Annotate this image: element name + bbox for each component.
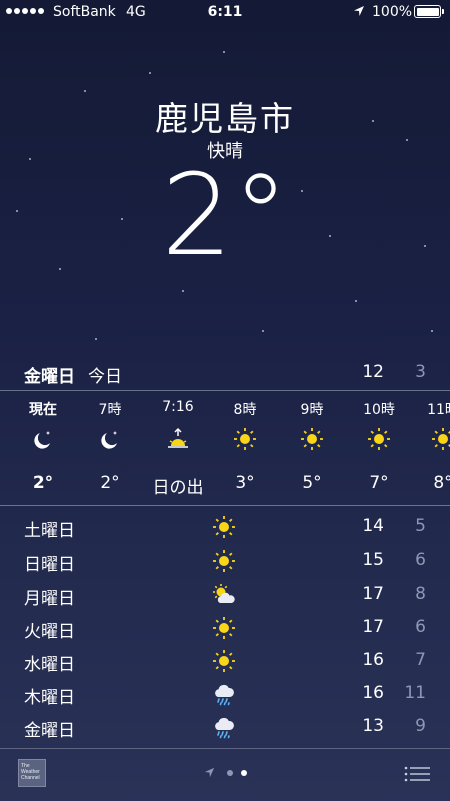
hour-temp: 3° xyxy=(235,473,255,493)
hour-temp: 5° xyxy=(302,473,322,493)
daily-row: 木曜日 16 11 xyxy=(0,677,450,711)
hourly-forecast[interactable]: 現在 2° 7時 2° 7:16 日の出 8時 3° 9時 5° 10時 7° … xyxy=(0,395,450,503)
hour-time: 7時 xyxy=(98,402,122,418)
today-low: 3 xyxy=(415,362,426,382)
daily-day: 日曜日 xyxy=(24,555,75,575)
hour-time: 9時 xyxy=(300,402,324,418)
divider xyxy=(0,748,450,749)
daily-day: 火曜日 xyxy=(24,622,75,642)
daily-high: 17 xyxy=(362,584,384,604)
daily-day: 金曜日 xyxy=(24,721,75,741)
location-services-icon xyxy=(354,6,364,16)
hour-time: 7:16 xyxy=(162,399,194,415)
daily-low: 8 xyxy=(415,584,426,604)
daily-high: 13 xyxy=(362,716,384,736)
hour-time: 8時 xyxy=(233,402,257,418)
daily-high: 15 xyxy=(362,550,384,570)
bottom-toolbar: The Weather Channel xyxy=(0,750,450,801)
daily-high: 17 xyxy=(362,617,384,637)
daily-day: 月曜日 xyxy=(24,589,75,609)
city-list-icon[interactable] xyxy=(404,766,430,782)
divider xyxy=(0,505,450,506)
daily-low: 5 xyxy=(415,516,426,536)
hour-time: 11時 xyxy=(427,402,450,418)
rain-cloud-icon xyxy=(215,684,234,706)
sun-icon xyxy=(368,428,390,450)
current-temperature: 2° xyxy=(161,151,289,281)
status-bar: SoftBank 4G 6:11 100% xyxy=(0,0,450,24)
daily-day: 水曜日 xyxy=(24,655,75,675)
hour-temp: 7° xyxy=(369,473,389,493)
battery-percentage: 100% xyxy=(372,4,413,20)
daily-row: 水曜日 16 7 xyxy=(0,644,450,678)
daily-row: 火曜日 17 6 xyxy=(0,611,450,645)
battery-icon xyxy=(414,5,444,18)
daily-day: 土曜日 xyxy=(24,521,75,541)
sun-icon xyxy=(213,617,235,639)
sun-icon xyxy=(213,550,235,572)
today-high: 12 xyxy=(362,362,384,382)
daily-row: 月曜日 17 8 xyxy=(0,578,450,612)
moon-star-icon xyxy=(34,431,50,449)
daily-low: 6 xyxy=(415,617,426,637)
hour-temp: 8° xyxy=(433,473,450,493)
daily-low: 11 xyxy=(404,683,426,703)
daily-low: 7 xyxy=(415,650,426,670)
daily-high: 16 xyxy=(362,650,384,670)
page-indicator-dot-active[interactable] xyxy=(241,770,247,776)
sun-icon xyxy=(301,428,323,450)
today-summary-row: 金曜日 今日 12 3 xyxy=(0,360,450,388)
daily-row: 金曜日 13 9 xyxy=(0,710,450,744)
sun-icon xyxy=(234,428,256,450)
hour-time: 10時 xyxy=(363,402,395,418)
hour-temp: 日の出 xyxy=(152,478,204,498)
hour-temp: 2° xyxy=(100,473,120,493)
today-label: 今日 xyxy=(88,367,122,387)
hour-temp: 2° xyxy=(32,473,54,493)
sun-icon xyxy=(432,428,450,450)
sun-icon xyxy=(213,516,235,538)
divider xyxy=(0,390,450,391)
partly-cloudy-icon xyxy=(213,584,235,603)
page-indicator-dot[interactable] xyxy=(227,770,233,776)
today-day: 金曜日 xyxy=(24,367,75,387)
daily-day: 木曜日 xyxy=(24,688,75,708)
daily-high: 16 xyxy=(362,683,384,703)
weather-channel-logo[interactable]: The Weather Channel xyxy=(18,759,46,787)
daily-low: 6 xyxy=(415,550,426,570)
daily-high: 14 xyxy=(362,516,384,536)
daily-row: 土曜日 14 5 xyxy=(0,510,450,544)
sunrise-icon xyxy=(168,427,188,448)
current-location-page-icon[interactable] xyxy=(204,767,215,778)
city-name: 鹿児島市 xyxy=(155,99,295,138)
sun-icon xyxy=(213,650,235,672)
daily-row: 日曜日 15 6 xyxy=(0,544,450,578)
daily-low: 9 xyxy=(415,716,426,736)
rain-cloud-icon xyxy=(215,717,234,739)
moon-star-icon xyxy=(101,431,117,449)
hour-time: 現在 xyxy=(29,402,57,418)
